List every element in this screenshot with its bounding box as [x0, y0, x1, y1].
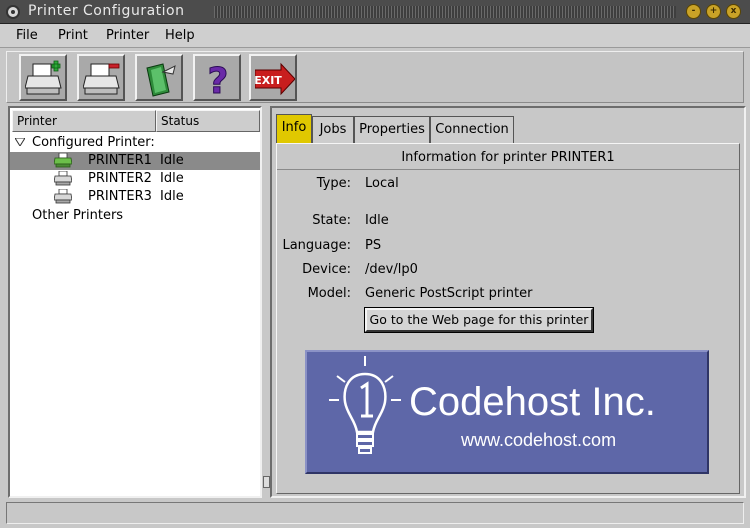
menu-print[interactable]: Print: [58, 28, 88, 43]
svg-text:?: ?: [208, 61, 229, 98]
printer-tree: Printer Status Configured Printer: PRINT…: [8, 106, 262, 498]
column-header-status[interactable]: Status: [156, 110, 260, 132]
device-value: /dev/lp0: [365, 262, 418, 277]
app-icon: [6, 5, 20, 19]
title-grip: [214, 6, 676, 18]
details-pane: Info Jobs Properties Connection Informat…: [270, 106, 746, 498]
model-value: Generic PostScript printer: [365, 286, 533, 301]
window-title: Printer Configuration: [28, 3, 185, 19]
tab-connection[interactable]: Connection: [430, 116, 514, 143]
printer-icon: [54, 153, 72, 168]
info-panel: Information for printer PRINTER1 Type: L…: [276, 143, 740, 494]
minimize-button[interactable]: -: [686, 4, 701, 19]
svg-text:EXIT: EXIT: [255, 74, 282, 87]
edit-printer-button[interactable]: [135, 54, 183, 101]
menu-bar: File Print Printer Help: [0, 24, 750, 48]
tree-item-printer3[interactable]: PRINTER3 Idle: [10, 188, 260, 206]
exit-button[interactable]: EXIT: [249, 54, 297, 101]
printer-name: PRINTER3: [88, 189, 152, 204]
device-label: Device:: [302, 262, 351, 277]
printer-name: PRINTER2: [88, 171, 152, 186]
tree-item-printer1[interactable]: PRINTER1 Idle: [10, 152, 260, 170]
printer-status: Idle: [160, 171, 184, 186]
logo-company-name: Codehost Inc.: [409, 380, 656, 424]
state-label: State:: [312, 213, 351, 228]
tree-group-other[interactable]: Other Printers: [10, 207, 260, 225]
menu-printer[interactable]: Printer: [106, 28, 149, 43]
printer-icon: [54, 189, 72, 204]
company-logo: Codehost Inc. www.codehost.com: [305, 350, 709, 474]
close-button[interactable]: x: [726, 4, 741, 19]
title-bar[interactable]: Printer Configuration - + x: [0, 0, 750, 24]
help-button[interactable]: ?: [193, 54, 241, 101]
printer-icon: [54, 171, 72, 186]
pane-resize-handle[interactable]: [263, 476, 270, 488]
tree-item-printer2[interactable]: PRINTER2 Idle: [10, 170, 260, 188]
remove-printer-icon: [83, 63, 120, 95]
web-page-button[interactable]: Go to the Web page for this printer: [364, 307, 594, 333]
toolbar: ? EXIT: [6, 51, 744, 103]
type-value: Local: [365, 176, 399, 191]
info-header: Information for printer PRINTER1: [277, 150, 739, 170]
expander-icon[interactable]: [15, 138, 25, 146]
menu-help[interactable]: Help: [165, 28, 195, 43]
tree-group-configured[interactable]: Configured Printer:: [10, 134, 260, 152]
model-label: Model:: [307, 286, 351, 301]
question-mark-icon: ?: [207, 61, 229, 99]
type-label: Type:: [316, 176, 351, 191]
printer-status: Idle: [160, 153, 184, 168]
add-printer-icon: [25, 60, 62, 95]
logo-url: www.codehost.com: [461, 430, 617, 450]
edit-printer-icon: [146, 63, 176, 97]
printer-name: PRINTER1: [88, 153, 152, 168]
add-printer-button[interactable]: [19, 54, 67, 101]
remove-printer-button[interactable]: [77, 54, 125, 101]
language-label: Language:: [282, 238, 351, 253]
menu-file[interactable]: File: [16, 28, 38, 43]
tab-jobs[interactable]: Jobs: [312, 116, 354, 143]
lightbulb-icon: [329, 356, 401, 454]
column-header-printer[interactable]: Printer: [12, 110, 156, 132]
tab-info[interactable]: Info: [276, 114, 312, 143]
tab-properties[interactable]: Properties: [354, 116, 430, 143]
exit-icon: EXIT: [255, 62, 295, 96]
status-bar: [6, 502, 744, 524]
tree-group-label: Configured Printer:: [32, 135, 155, 150]
language-value: PS: [365, 238, 382, 253]
maximize-button[interactable]: +: [706, 4, 721, 19]
tree-group-label: Other Printers: [32, 208, 124, 223]
state-value: Idle: [365, 213, 389, 228]
printer-status: Idle: [160, 189, 184, 204]
